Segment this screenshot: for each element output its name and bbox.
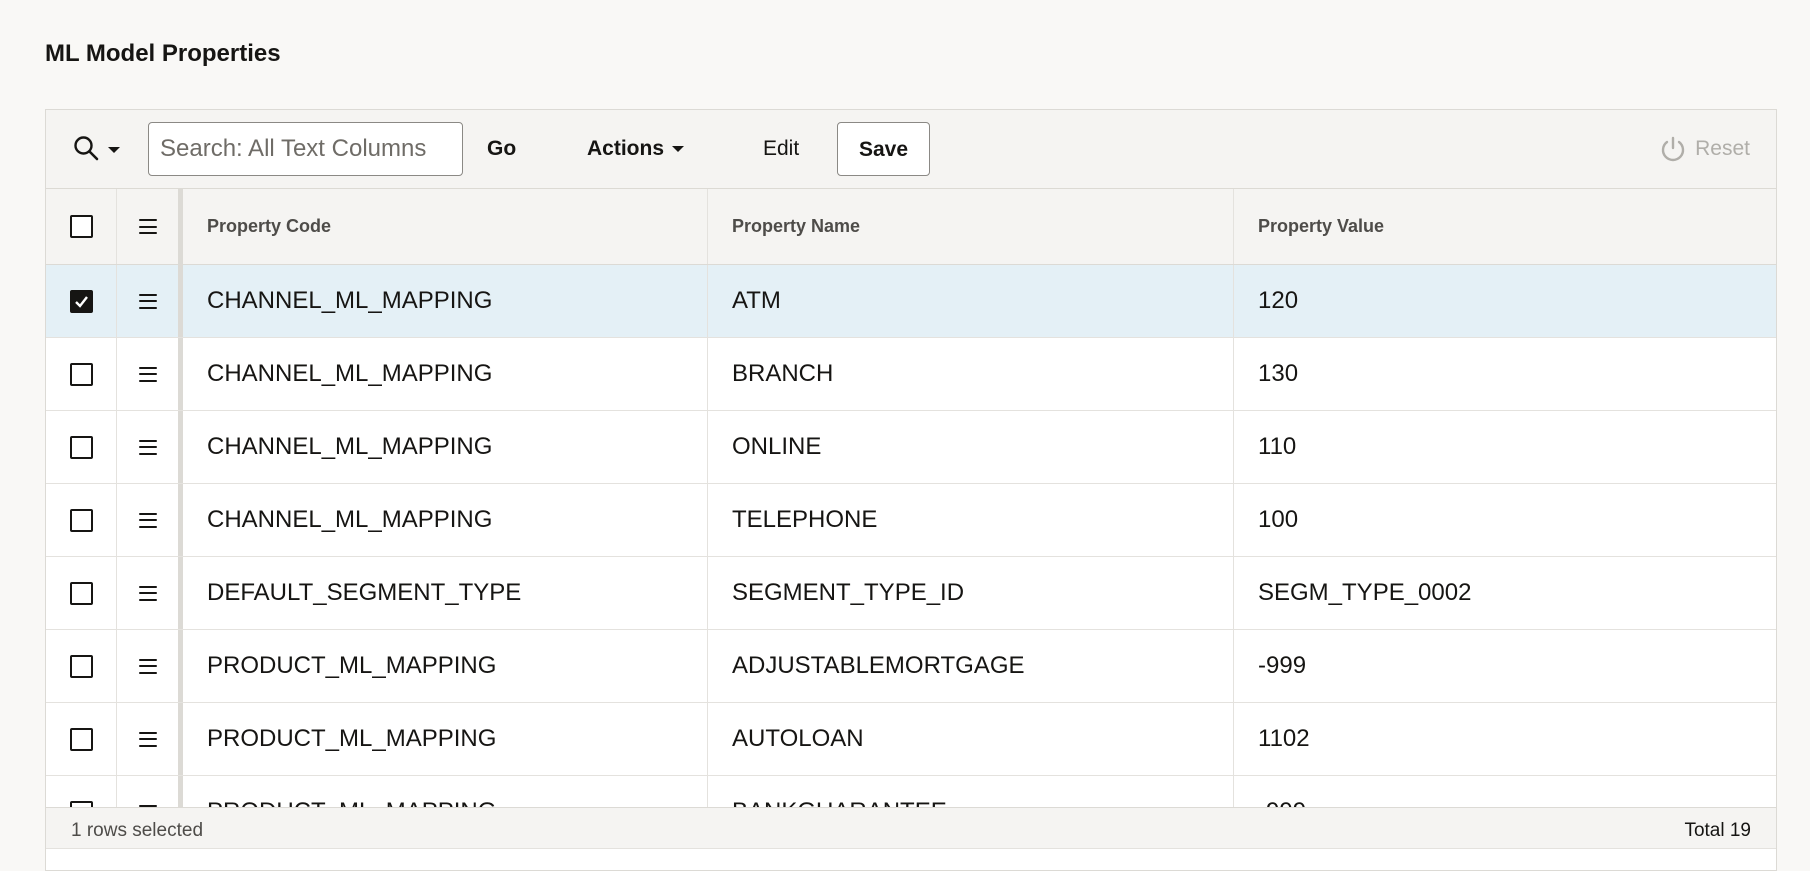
cell-property-code[interactable]: DEFAULT_SEGMENT_TYPE [183, 557, 708, 629]
table-row[interactable]: DEFAULT_SEGMENT_TYPE SEGMENT_TYPE_ID SEGM_… [46, 557, 1776, 630]
row-select-cell [46, 411, 117, 483]
column-header-property-code[interactable]: Property Code [183, 189, 708, 264]
table-row[interactable]: CHANNEL_ML_MAPPING BRANCH 130 [46, 338, 1776, 411]
actions-label: Actions [587, 137, 665, 160]
hamburger-icon [138, 219, 157, 234]
hamburger-icon [138, 658, 157, 674]
cell-property-name[interactable]: ONLINE [708, 411, 1234, 483]
row-actions-cell[interactable] [117, 338, 183, 410]
cell-property-code[interactable]: PRODUCT_ML_MAPPING [183, 703, 708, 775]
cell-property-value[interactable]: 1102 [1234, 703, 1774, 775]
cell-property-value[interactable]: 110 [1234, 411, 1774, 483]
cell-property-code[interactable]: CHANNEL_ML_MAPPING [183, 484, 708, 556]
cell-property-name[interactable]: SEGMENT_TYPE_ID [708, 557, 1234, 629]
row-select-cell [46, 484, 117, 556]
row-checkbox[interactable] [69, 508, 93, 532]
page-title: ML Model Properties [45, 40, 281, 67]
go-button[interactable]: Go [487, 122, 516, 176]
row-actions-header[interactable] [117, 189, 183, 264]
actions-menu-button[interactable]: Actions [587, 122, 685, 176]
row-checkbox[interactable] [69, 435, 93, 459]
row-actions-cell[interactable] [117, 703, 183, 775]
total-count: Total 19 [1684, 820, 1751, 841]
table-row[interactable]: PRODUCT_ML_MAPPING ADJUSTABLEMORTGAGE -999 [46, 630, 1776, 703]
select-all-cell [46, 189, 117, 264]
search-column-menu[interactable] [72, 134, 132, 167]
row-select-cell [46, 338, 117, 410]
cell-property-name[interactable]: TELEPHONE [708, 484, 1234, 556]
row-actions-cell[interactable] [117, 484, 183, 556]
cell-property-code[interactable]: CHANNEL_ML_MAPPING [183, 411, 708, 483]
chevron-down-icon [108, 147, 120, 153]
row-checkbox[interactable] [69, 289, 93, 313]
row-select-cell [46, 630, 117, 702]
chevron-down-icon [672, 146, 685, 152]
grid-header: Property Code Property Name Property Val… [46, 189, 1776, 265]
row-checkbox[interactable] [69, 727, 93, 751]
interactive-grid: Go Actions Edit Save Reset Property Code… [45, 109, 1777, 871]
row-actions-cell[interactable] [117, 630, 183, 702]
checkmark-icon [74, 295, 88, 308]
hamburger-icon [138, 585, 157, 601]
search-icon [72, 134, 100, 167]
cell-property-value[interactable]: 120 [1234, 265, 1774, 337]
reset-label: Reset [1695, 137, 1750, 160]
table-row[interactable]: CHANNEL_ML_MAPPING ATM 120 [46, 265, 1776, 338]
reset-button[interactable]: Reset [1659, 122, 1750, 176]
table-row[interactable]: CHANNEL_ML_MAPPING ONLINE 110 [46, 411, 1776, 484]
cell-property-name[interactable]: BRANCH [708, 338, 1234, 410]
table-row[interactable]: PRODUCT_ML_MAPPING AUTOLOAN 1102 [46, 703, 1776, 776]
search-input[interactable] [148, 122, 463, 176]
hamburger-icon [138, 439, 157, 455]
grid-toolbar: Go Actions Edit Save Reset [46, 110, 1776, 189]
hamburger-icon [138, 731, 157, 747]
grid-status-bar: 1 rows selected Total 19 [46, 807, 1776, 848]
reset-icon [1662, 136, 1685, 162]
hamburger-icon [138, 512, 157, 528]
column-header-property-name[interactable]: Property Name [708, 189, 1234, 264]
row-select-cell [46, 265, 117, 337]
selection-count: 1 rows selected [71, 820, 204, 841]
cell-property-code[interactable]: CHANNEL_ML_MAPPING [183, 338, 708, 410]
row-actions-cell[interactable] [117, 411, 183, 483]
row-actions-cell[interactable] [117, 265, 183, 337]
grid-body: CHANNEL_ML_MAPPING ATM 120 CHANNEL_ML_MAPPI… [46, 265, 1776, 849]
cell-property-code[interactable]: PRODUCT_ML_MAPPING [183, 630, 708, 702]
select-all-checkbox[interactable] [69, 215, 93, 238]
hamburger-icon [138, 293, 157, 309]
edit-button[interactable]: Edit [763, 122, 799, 176]
row-actions-cell[interactable] [117, 557, 183, 629]
cell-property-value[interactable]: SEGM_TYPE_0002 [1234, 557, 1774, 629]
column-header-property-value[interactable]: Property Value [1234, 189, 1774, 264]
hamburger-icon [138, 366, 157, 382]
cell-property-code[interactable]: CHANNEL_ML_MAPPING [183, 265, 708, 337]
row-select-cell [46, 703, 117, 775]
row-checkbox[interactable] [69, 581, 93, 605]
table-row[interactable]: CHANNEL_ML_MAPPING TELEPHONE 100 [46, 484, 1776, 557]
cell-property-name[interactable]: ADJUSTABLEMORTGAGE [708, 630, 1234, 702]
row-checkbox[interactable] [69, 362, 93, 386]
row-select-cell [46, 557, 117, 629]
cell-property-value[interactable]: 100 [1234, 484, 1774, 556]
cell-property-value[interactable]: -999 [1234, 630, 1774, 702]
save-button[interactable]: Save [837, 122, 930, 176]
cell-property-name[interactable]: ATM [708, 265, 1234, 337]
cell-property-name[interactable]: AUTOLOAN [708, 703, 1234, 775]
row-checkbox[interactable] [69, 654, 93, 678]
cell-property-value[interactable]: 130 [1234, 338, 1774, 410]
